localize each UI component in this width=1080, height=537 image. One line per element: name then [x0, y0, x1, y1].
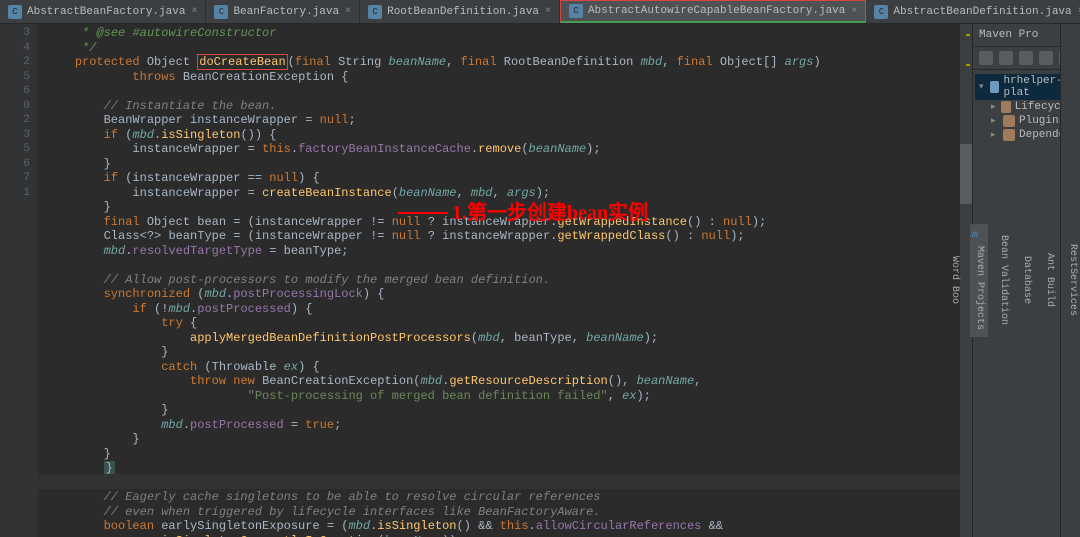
close-icon[interactable]: × [345, 6, 351, 17]
java-class-icon: C [874, 5, 888, 19]
chevron-right-icon: ▸ [991, 102, 997, 112]
tab-rootbeandefinition[interactable]: CRootBeanDefinition.java× [360, 0, 560, 23]
tab-abstractbeandefinition[interactable]: CAbstractBeanDefinition.java× [866, 0, 1080, 23]
folder-icon [1003, 129, 1015, 141]
edge-database[interactable]: Database [1019, 250, 1034, 310]
main-area: 34 2 5 6 023 567 1 * @see #autowireConst… [0, 24, 1080, 537]
current-line-highlight [38, 474, 972, 489]
folder-icon [1003, 115, 1015, 127]
edge-mavenprojects[interactable]: mMaven Projects [970, 224, 988, 336]
edge-wordbook[interactable]: Word Boo [947, 250, 962, 310]
edge-restservices[interactable]: RestServices [1065, 238, 1080, 322]
editor-tabs: CAbstractBeanFactory.java× CBeanFactory.… [0, 0, 1080, 24]
tab-abstractautowire[interactable]: CAbstractAutowireCapableBeanFactory.java… [560, 0, 866, 23]
chevron-right-icon: ▸ [991, 116, 999, 126]
close-icon[interactable]: × [545, 6, 551, 17]
tool-window-bar: RestServices Ant Build Database Bean Val… [1060, 24, 1080, 537]
java-class-icon: C [569, 4, 583, 18]
run-icon[interactable] [1019, 51, 1033, 65]
download-icon[interactable] [1039, 51, 1053, 65]
line-gutter[interactable]: 34 2 5 6 023 567 1 [0, 24, 38, 537]
java-class-icon: C [8, 5, 22, 19]
maven-icon: m [972, 230, 986, 244]
edge-antbuild[interactable]: Ant Build [1042, 247, 1057, 313]
code-editor[interactable]: * @see #autowireConstructor */ protected… [38, 24, 972, 537]
scrollbar-thumb[interactable] [960, 144, 972, 204]
module-icon [990, 81, 1000, 93]
add-icon[interactable] [999, 51, 1013, 65]
folder-icon [1001, 101, 1010, 113]
chevron-down-icon: ▾ [979, 82, 986, 92]
java-class-icon: C [214, 5, 228, 19]
tab-beanfactory[interactable]: CBeanFactory.java× [206, 0, 360, 23]
panel-title: Maven Pro [979, 29, 1038, 41]
refresh-icon[interactable] [979, 51, 993, 65]
chevron-right-icon: ▸ [991, 130, 999, 140]
edge-beanvalidation[interactable]: Bean Validation [996, 229, 1011, 331]
tab-abstractbeanfactory[interactable]: CAbstractBeanFactory.java× [0, 0, 206, 23]
close-icon[interactable]: × [851, 6, 857, 17]
java-class-icon: C [368, 5, 382, 19]
close-icon[interactable]: × [191, 6, 197, 17]
